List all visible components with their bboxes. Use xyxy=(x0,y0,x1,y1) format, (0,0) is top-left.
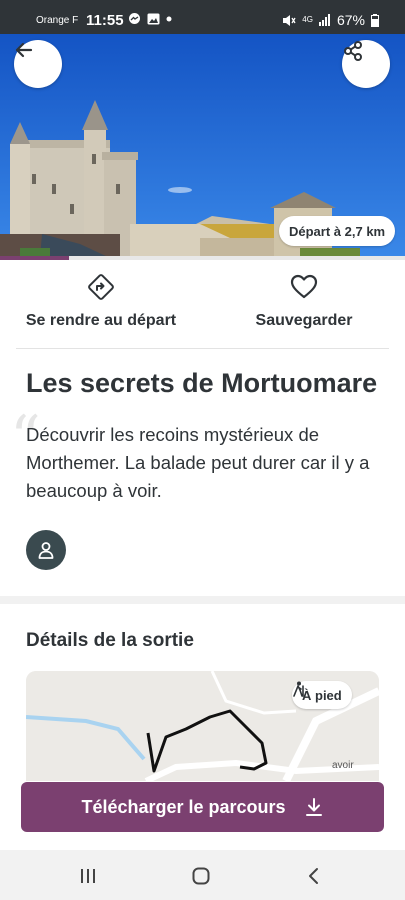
messenger-icon xyxy=(129,13,140,24)
hiking-icon xyxy=(293,681,304,697)
system-nav-bar xyxy=(0,850,405,900)
trail-title: Les secrets de Mortuomare xyxy=(26,368,378,398)
carrier-name: Orange F xyxy=(36,15,79,26)
mode-badge: À pied xyxy=(292,681,352,709)
heart-icon xyxy=(290,274,318,299)
image-progress-fill xyxy=(0,256,69,260)
distance-badge: Départ à 2,7 km xyxy=(279,216,396,246)
details-section-title: Détails de la sortie xyxy=(26,630,194,651)
battery-level: 67% xyxy=(336,12,365,28)
divider xyxy=(16,348,389,349)
action-row: Se rendre au départ Sauvegarder xyxy=(0,262,405,348)
download-label: Télécharger le parcours xyxy=(81,796,286,817)
dot-icon xyxy=(166,16,172,21)
system-back-button[interactable] xyxy=(302,864,326,888)
download-route-button[interactable]: Télécharger le parcours xyxy=(21,782,384,832)
mute-icon xyxy=(283,14,296,26)
go-to-start-label: Se rendre au départ xyxy=(25,312,177,329)
save-label: Sauvegarder xyxy=(255,312,353,329)
route-map[interactable]: À pied avoir xyxy=(26,671,379,781)
clock: 11:55 xyxy=(86,12,124,29)
notification-icons xyxy=(128,12,172,25)
user-icon xyxy=(38,542,54,559)
trail-description: Découvrir les recoins mystérieux de Mort… xyxy=(26,424,370,501)
save-button[interactable]: Sauvegarder xyxy=(219,272,389,342)
recent-apps-icon xyxy=(81,869,95,883)
home-icon xyxy=(192,867,210,885)
trail-hero-image: Départ à 2,7 km xyxy=(0,34,405,258)
image-progress-strip xyxy=(0,256,405,260)
download-icon xyxy=(305,798,322,816)
signal-icon xyxy=(318,14,330,26)
author-avatar[interactable] xyxy=(26,530,66,570)
arrow-left-icon xyxy=(15,42,33,58)
recent-apps-button[interactable] xyxy=(76,864,100,888)
status-bar: Orange F 11:55 4G 67% xyxy=(0,0,405,34)
battery-icon xyxy=(371,13,379,27)
map-road-label: avoir xyxy=(332,760,354,771)
share-icon xyxy=(344,41,362,61)
directions-icon xyxy=(88,274,114,300)
mode-label: À pied xyxy=(302,687,342,703)
back-button[interactable] xyxy=(14,40,62,88)
home-button[interactable] xyxy=(189,864,213,888)
chevron-left-icon xyxy=(309,868,318,884)
section-separator xyxy=(0,596,405,604)
gallery-icon xyxy=(147,13,160,24)
network-type: 4G xyxy=(302,15,313,24)
go-to-start-button[interactable]: Se rendre au départ xyxy=(16,272,186,342)
share-button[interactable] xyxy=(342,40,390,88)
